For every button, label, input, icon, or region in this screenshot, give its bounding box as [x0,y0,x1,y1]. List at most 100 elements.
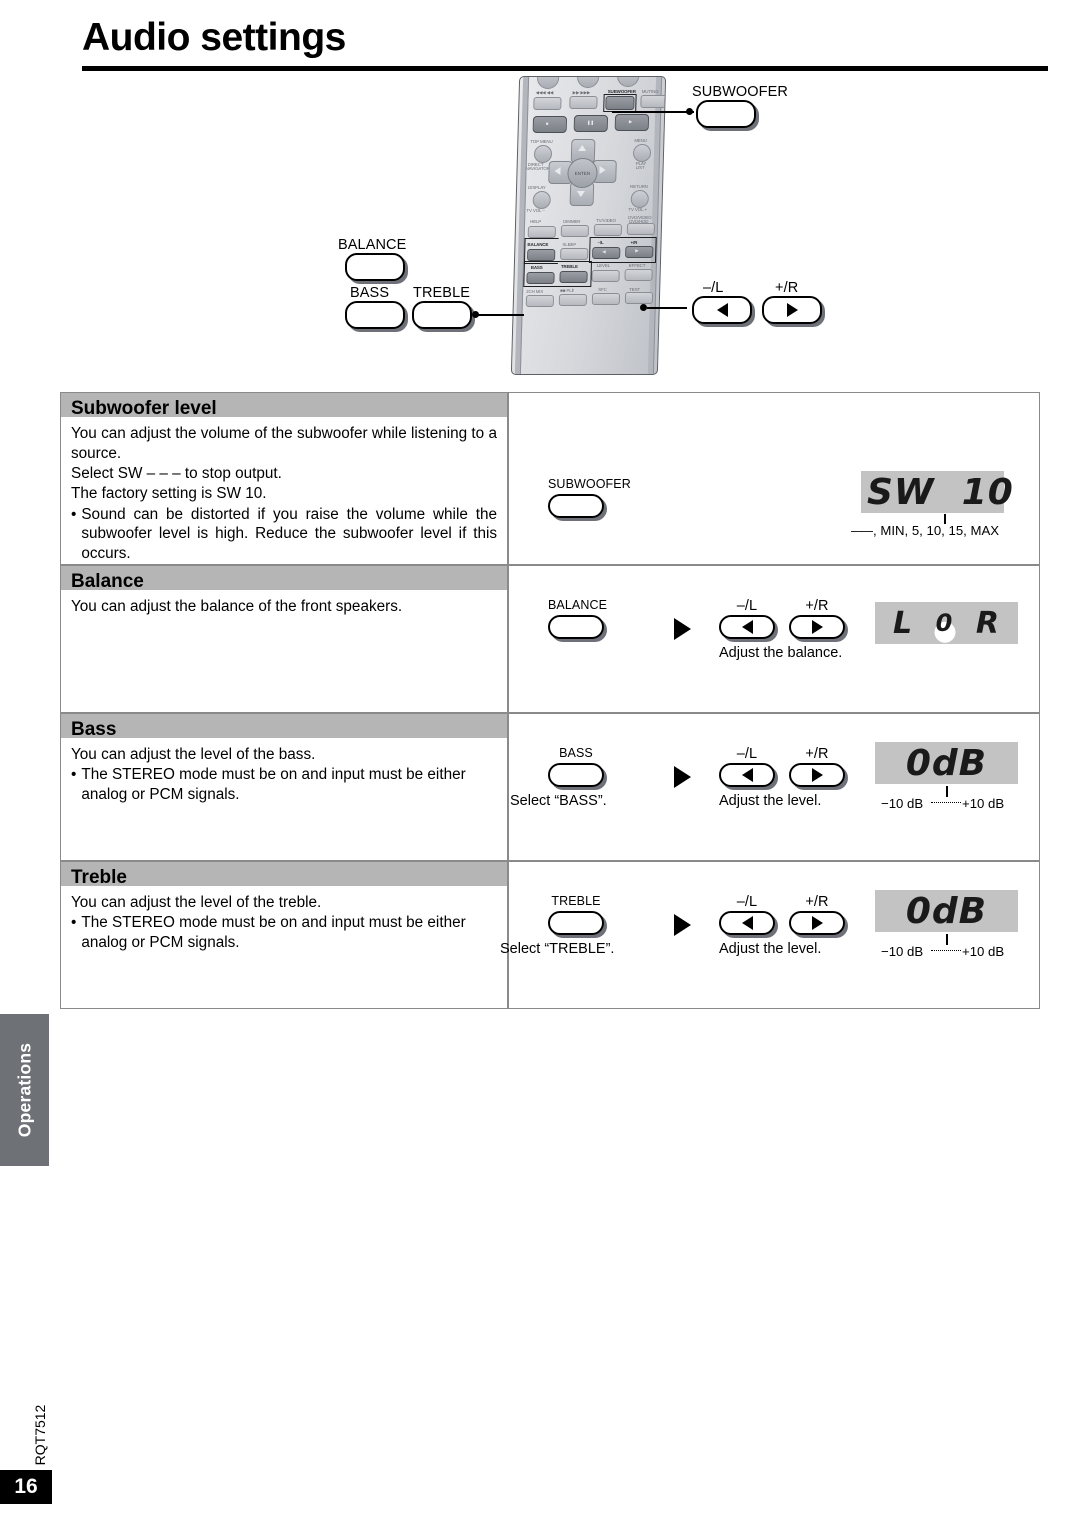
figure-button-label-balance: BALANCE [548,598,608,612]
range-connector-treble [931,950,961,951]
figure-minus-l-button-bass[interactable] [719,763,775,787]
remote-key-dvd-video [626,223,656,235]
table-row-bass: Bass You can adjust the level of the bas… [60,713,1040,861]
audio-settings-table: Subwoofer level You can adjust the volum… [60,392,1040,1009]
document-code-label: RQT7512 [32,1404,48,1466]
section-heading-treble: Treble [60,861,508,888]
remote-key-tv-video [593,224,623,236]
bullet-text: The STEREO mode must be on and input mus… [81,913,466,951]
figure-minus-l-label-balance: –/L [736,598,758,614]
step-arrow-icon-treble [674,914,691,936]
section-body-treble: You can adjust the level of the treble. … [60,886,508,1009]
bullet-icon: • [71,505,77,523]
figure-minus-l-label-bass: –/L [736,746,758,762]
remote-key-effect [624,269,653,281]
figure-minus-l-label-treble: –/L [736,894,758,910]
callout-minus-l-label: –/L [703,280,724,296]
remote-key-muting [640,95,667,108]
remote-key-help [527,226,556,238]
lcd-value-balance-left: L [893,605,914,641]
callout-adjust-leader-dot [640,304,647,311]
figure-select-caption-bass: Select “BASS”. [510,793,607,809]
side-tab-label: Operations [14,1042,34,1138]
figure-plus-r-button-bass[interactable] [789,763,845,787]
callout-adjust-leader [647,307,687,309]
lcd-value-balance-right: R [975,605,1000,641]
arrow-left-icon [741,620,753,634]
remote-key-sfc [591,293,621,305]
lcd-display-bass: 0dB [875,742,1018,784]
table-row-treble: Treble You can adjust the level of the t… [60,861,1040,1009]
remote-key-top-2 [576,76,600,88]
callout-subwoofer-leader [612,111,694,113]
section-figure-balance: BALANCE –/L +/R Adjust the balance. L 0 … [508,565,1040,713]
page-number: 16 [0,1470,52,1504]
figure-caption-bass: Adjust the level. [719,793,822,809]
title-divider [82,66,1048,71]
remote-key-subwoofer-highlight [603,94,637,112]
lcd-balance-center-marker: 0 [930,609,960,643]
remote-key-top-3 [616,76,640,87]
section-body-subwoofer-level: You can adjust the volume of the subwoof… [60,417,508,565]
remote-key-ff [569,96,598,109]
arrow-left-icon [741,768,753,782]
remote-key-top-menu [533,145,553,163]
lcd-display-subwoofer: SW 10 [861,471,1013,513]
callout-balance-button[interactable] [345,253,405,281]
remote-key-pl2 [558,294,588,306]
figure-plus-r-button-treble[interactable] [789,911,845,935]
range-connector-bass [931,802,961,803]
body-line: Select SW – – – to stop output. [71,464,282,482]
remote-key-dimmer [560,225,590,237]
figure-plus-r-label-treble: +/R [805,894,829,910]
page-title: Audio settings [82,16,346,59]
remote-control-illustration: ◀◀◀ ◀◀ ▶▶ ▶▶▶ SUBWOOFER MUTING ■ ❚❚ ▶ TO… [300,76,860,376]
remote-key-top-1 [536,76,560,89]
bullet-text: Sound can be distorted if you raise the … [81,505,497,563]
arrow-right-icon [811,768,823,782]
callout-treble-button[interactable] [412,301,472,329]
remote-bass-treble-highlight [523,261,593,287]
figure-button-bass[interactable] [548,763,604,787]
callout-bass-button[interactable] [345,301,405,329]
figure-button-balance[interactable] [548,615,604,639]
lcd-value-treble: 0dB [905,890,988,932]
body-line: You can adjust the level of the bass. [71,746,316,763]
table-row-subwoofer-level: Subwoofer level You can adjust the volum… [60,392,1040,565]
bullet-icon: • [71,913,77,931]
arrow-right-icon [786,303,798,317]
figure-minus-l-button-treble[interactable] [719,911,775,935]
lcd-display-treble: 0dB [875,890,1018,932]
lcd-value-bass: 0dB [905,742,988,784]
callout-subwoofer-leader-dot [686,108,693,115]
range-note-treble-max: +10 dB [962,944,1005,959]
range-note-bass-min: −10 dB [881,796,924,811]
callout-subwoofer-label: SUBWOOFER [692,84,788,100]
section-body-bass: You can adjust the level of the bass. • … [60,738,508,861]
step-arrow-icon-bass [674,766,691,788]
callout-plus-r-button[interactable] [762,296,822,324]
callout-treble-label: TREBLE [413,285,471,301]
remote-key-2ch-mix [525,295,555,307]
section-heading-balance: Balance [60,565,508,592]
figure-plus-r-button-balance[interactable] [789,615,845,639]
callout-minus-l-button[interactable] [692,296,752,324]
bullet-icon: • [71,765,77,783]
body-line: You can adjust the level of the treble. [71,894,322,911]
remote-key-level [591,270,620,282]
figure-caption-treble: Adjust the level. [719,941,822,957]
figure-button-subwoofer[interactable] [548,494,604,518]
figure-plus-r-label-balance: +/R [805,598,829,614]
figure-minus-l-button-balance[interactable] [719,615,775,639]
callout-subwoofer-button[interactable] [696,100,756,128]
arrow-left-icon [741,916,753,930]
callout-bass-label: BASS [350,285,390,301]
range-note-treble-min: −10 dB [881,944,924,959]
callout-plus-r-label: +/R [775,280,799,296]
lcd-value-balance-center: 0 [935,609,954,637]
callout-bass-treble-leader-dot [472,311,479,318]
figure-button-label-bass: BASS [559,746,593,760]
document-code: RQT7512 [30,1390,50,1480]
figure-button-treble[interactable] [548,911,604,935]
arrow-left-icon [716,303,728,317]
